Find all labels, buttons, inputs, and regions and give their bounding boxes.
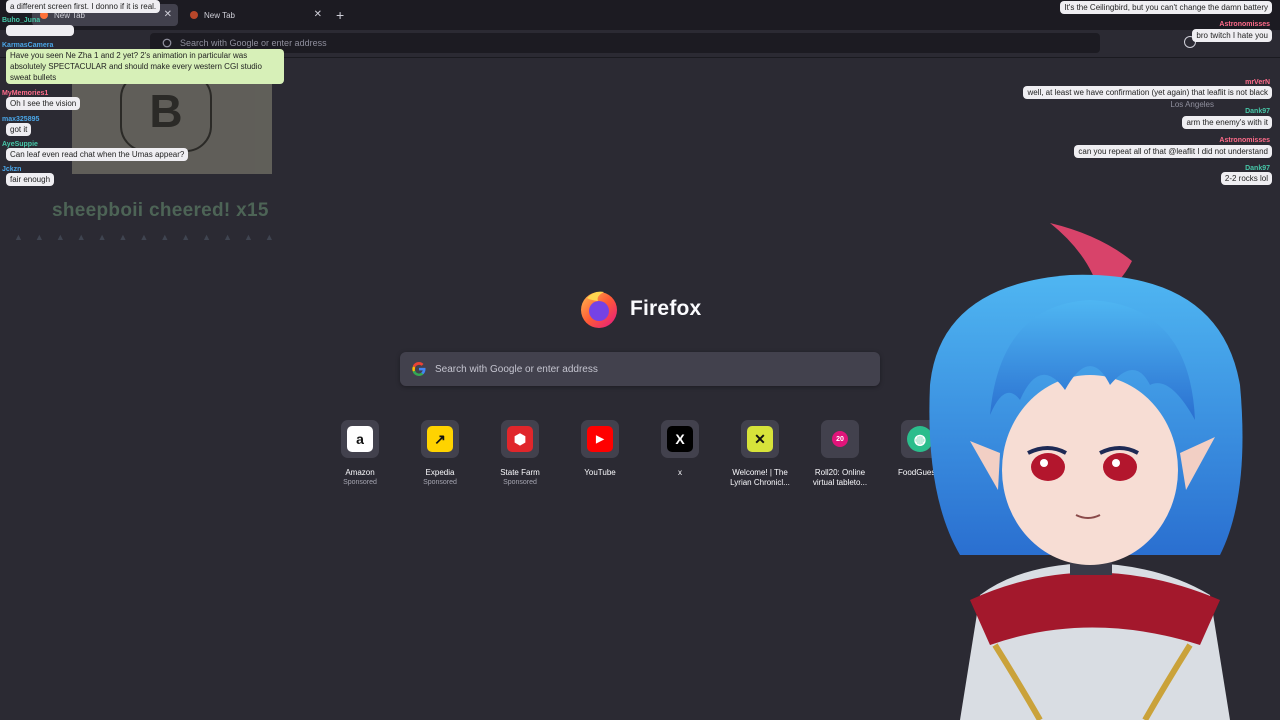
- statefarm-icon: ⬢: [507, 426, 533, 452]
- tab-label: New Tab: [204, 10, 235, 20]
- google-icon: [412, 362, 426, 376]
- chat-message: Have you seen Ne Zha 1 and 2 yet? 2's an…: [6, 49, 284, 84]
- location-text: Los Angeles: [1170, 100, 1214, 109]
- chat-message: bro twitch I hate you: [1192, 29, 1272, 42]
- sponsored-label: Sponsored: [423, 479, 457, 486]
- shortcut-tile: 20: [821, 420, 859, 458]
- shortcut-title: Amazon: [345, 468, 375, 477]
- shortcut-tile: ↗: [421, 420, 459, 458]
- sponsored-label: Sponsored: [503, 479, 537, 486]
- youtube-icon: ▶: [587, 426, 613, 452]
- shortcut-tile: ✕: [741, 420, 779, 458]
- shortcut-x[interactable]: X x: [650, 420, 710, 478]
- chat-message: It's the Ceilingbird, but you can't chan…: [1060, 1, 1272, 14]
- shortcut-title: Roll20: Online virtual tableto...: [812, 468, 868, 487]
- chat-message: well, at least we have confirmation (yet…: [1023, 86, 1272, 99]
- newtab-search-input[interactable]: Search with Google or enter address: [400, 352, 880, 386]
- shortcut-expedia[interactable]: ↗ Expedia Sponsored: [410, 420, 470, 486]
- shortcut-lyrian-chronicles[interactable]: ✕ Welcome! | The Lyrian Chronicl...: [730, 420, 790, 488]
- new-tab-button[interactable]: +: [336, 6, 344, 24]
- chat-username: Astronomisses: [1219, 21, 1270, 28]
- firefox-wordmark: Firefox: [630, 297, 702, 320]
- screen: New Tab ✕ New Tab ✕ + Search with Google…: [0, 0, 1280, 720]
- shortcut-title: Expedia: [425, 468, 455, 477]
- card-letter: B: [120, 72, 212, 152]
- search-placeholder: Search with Google or enter address: [435, 363, 598, 375]
- shortcut-state-farm[interactable]: ⬢ State Farm Sponsored: [490, 420, 550, 486]
- shortcut-title: Welcome! | The Lyrian Chronicl...: [730, 468, 790, 487]
- shortcut-tile: X: [661, 420, 699, 458]
- url-bar-placeholder: Search with Google or enter address: [180, 38, 327, 48]
- cheer-alert: sheepboii cheered! x15: [52, 200, 269, 221]
- chat-message: a different screen first. I donno if it …: [6, 0, 161, 13]
- vtuber-avatar-image: [929, 223, 1243, 720]
- firefox-logo-icon: [581, 291, 617, 328]
- shortcut-youtube[interactable]: ▶ YouTube: [570, 420, 630, 478]
- chat-message: 2-2 rocks lol: [1220, 172, 1272, 185]
- x-icon: X: [667, 426, 693, 452]
- shortcut-tile: ⬢: [501, 420, 539, 458]
- amazon-icon: a: [347, 426, 373, 452]
- firefox-brand: Firefox: [578, 288, 701, 330]
- chat-username: Dank97: [1245, 108, 1270, 115]
- expedia-icon: ↗: [427, 426, 453, 452]
- shortcut-title: State Farm: [500, 468, 540, 477]
- roll20-icon: 20: [832, 431, 848, 447]
- google-icon: [162, 38, 172, 48]
- chat-message: arm the enemy's with it: [1182, 116, 1272, 129]
- tab-new-tab[interactable]: New Tab ✕: [182, 4, 328, 26]
- chat-username: Astronomisses: [1219, 137, 1270, 144]
- close-tab-icon[interactable]: ✕: [164, 9, 172, 21]
- chat-overlay-right: It's the Ceilingbird, but you can't chan…: [980, 0, 1280, 200]
- url-bar[interactable]: Search with Google or enter address: [150, 33, 1100, 53]
- chat-message: fair enough: [6, 173, 55, 186]
- chat-message: got it: [6, 123, 32, 136]
- shortcut-tile: ▶: [581, 420, 619, 458]
- chat-message: Can leaf even read chat when the Umas ap…: [6, 148, 189, 161]
- chat-message: Oh I see the vision: [6, 97, 81, 110]
- sparkle-decoration: ▲▲▲▲▲▲▲▲▲▲▲▲▲: [14, 232, 286, 242]
- chat-emote-row: [6, 25, 74, 36]
- lyrian-icon: ✕: [747, 426, 773, 452]
- shortcut-amazon[interactable]: a Amazon Sponsored: [330, 420, 390, 486]
- chat-message: can you repeat all of that @leaflit I di…: [1074, 145, 1272, 158]
- sponsored-label: Sponsored: [343, 479, 377, 486]
- shortcut-title: x: [678, 468, 682, 477]
- firefox-favicon-icon: [190, 11, 198, 19]
- chat-username: Buho_Juna: [2, 17, 41, 24]
- top-sites-grid: a Amazon Sponsored ↗ Expedia Sponsored ⬢…: [330, 420, 950, 500]
- shortcut-tile: a: [341, 420, 379, 458]
- close-tab-icon[interactable]: ✕: [314, 9, 322, 21]
- shortcut-title: YouTube: [584, 468, 616, 477]
- shortcut-roll20[interactable]: 20 Roll20: Online virtual tableto...: [810, 420, 870, 488]
